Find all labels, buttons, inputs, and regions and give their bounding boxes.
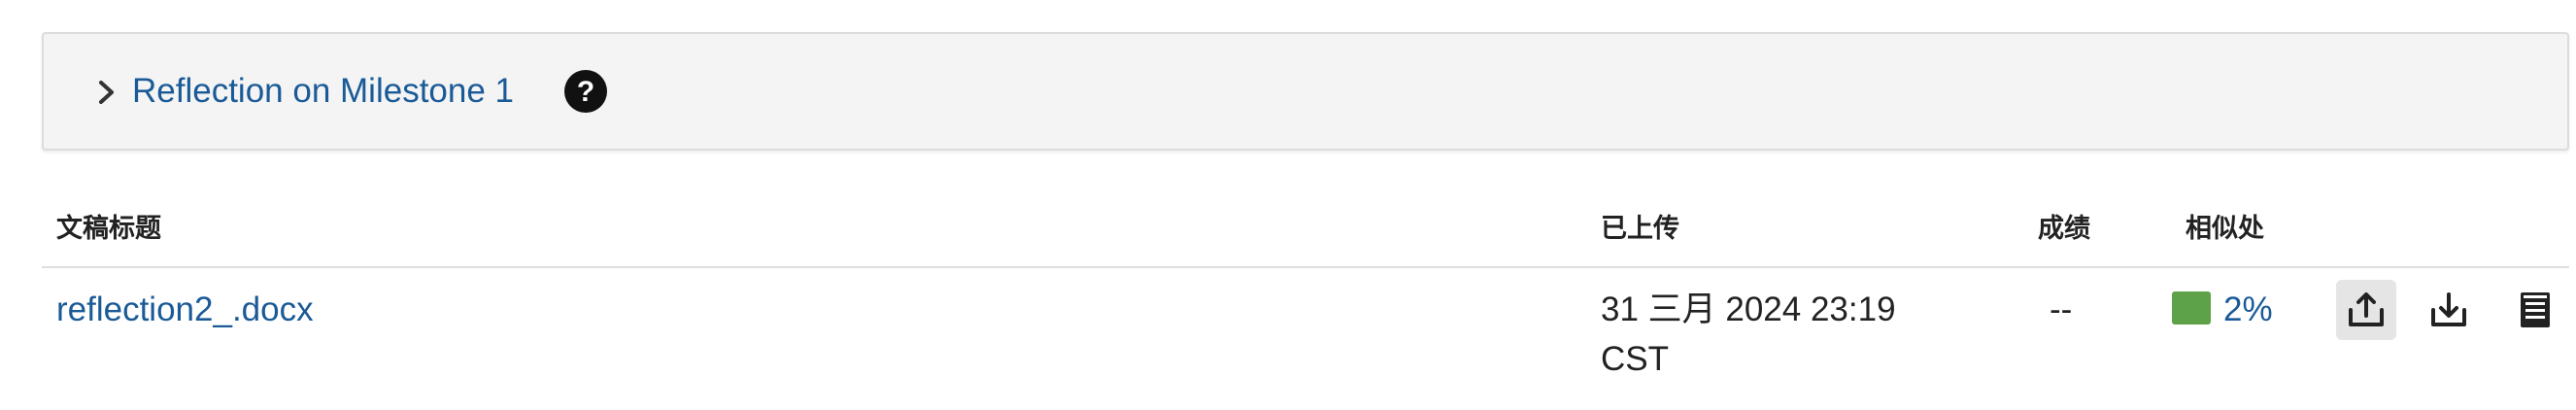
svg-text:?: ? (577, 76, 594, 108)
column-header-uploaded: 已上传 (1601, 214, 1679, 243)
document-icon (2521, 292, 2550, 327)
assignment-title-link[interactable]: Reflection on Milestone 1 (132, 71, 514, 112)
header-divider (42, 266, 2569, 268)
uploaded-timezone: CST (1601, 340, 1669, 378)
download-button[interactable] (2419, 280, 2479, 340)
chevron-right-icon[interactable] (90, 76, 123, 109)
column-header-similarity: 相似处 (2186, 214, 2264, 243)
upload-button[interactable] (2336, 280, 2396, 340)
help-icon[interactable]: ? (563, 69, 608, 114)
assignment-panel[interactable]: Reflection on Milestone 1 ? (42, 32, 2569, 151)
similarity-percent-link[interactable]: 2% (2223, 285, 2273, 334)
similarity-color-swatch[interactable] (2172, 291, 2211, 325)
upload-icon (2349, 292, 2384, 326)
download-icon (2431, 292, 2466, 326)
column-header-grade: 成绩 (2038, 214, 2090, 243)
grade-value: -- (2050, 290, 2073, 328)
uploaded-date: 31 三月 2024 23:19 (1601, 290, 1896, 328)
column-header-title: 文稿标题 (56, 214, 161, 243)
file-link[interactable]: reflection2_.docx (56, 285, 314, 334)
document-button[interactable] (2505, 280, 2565, 340)
